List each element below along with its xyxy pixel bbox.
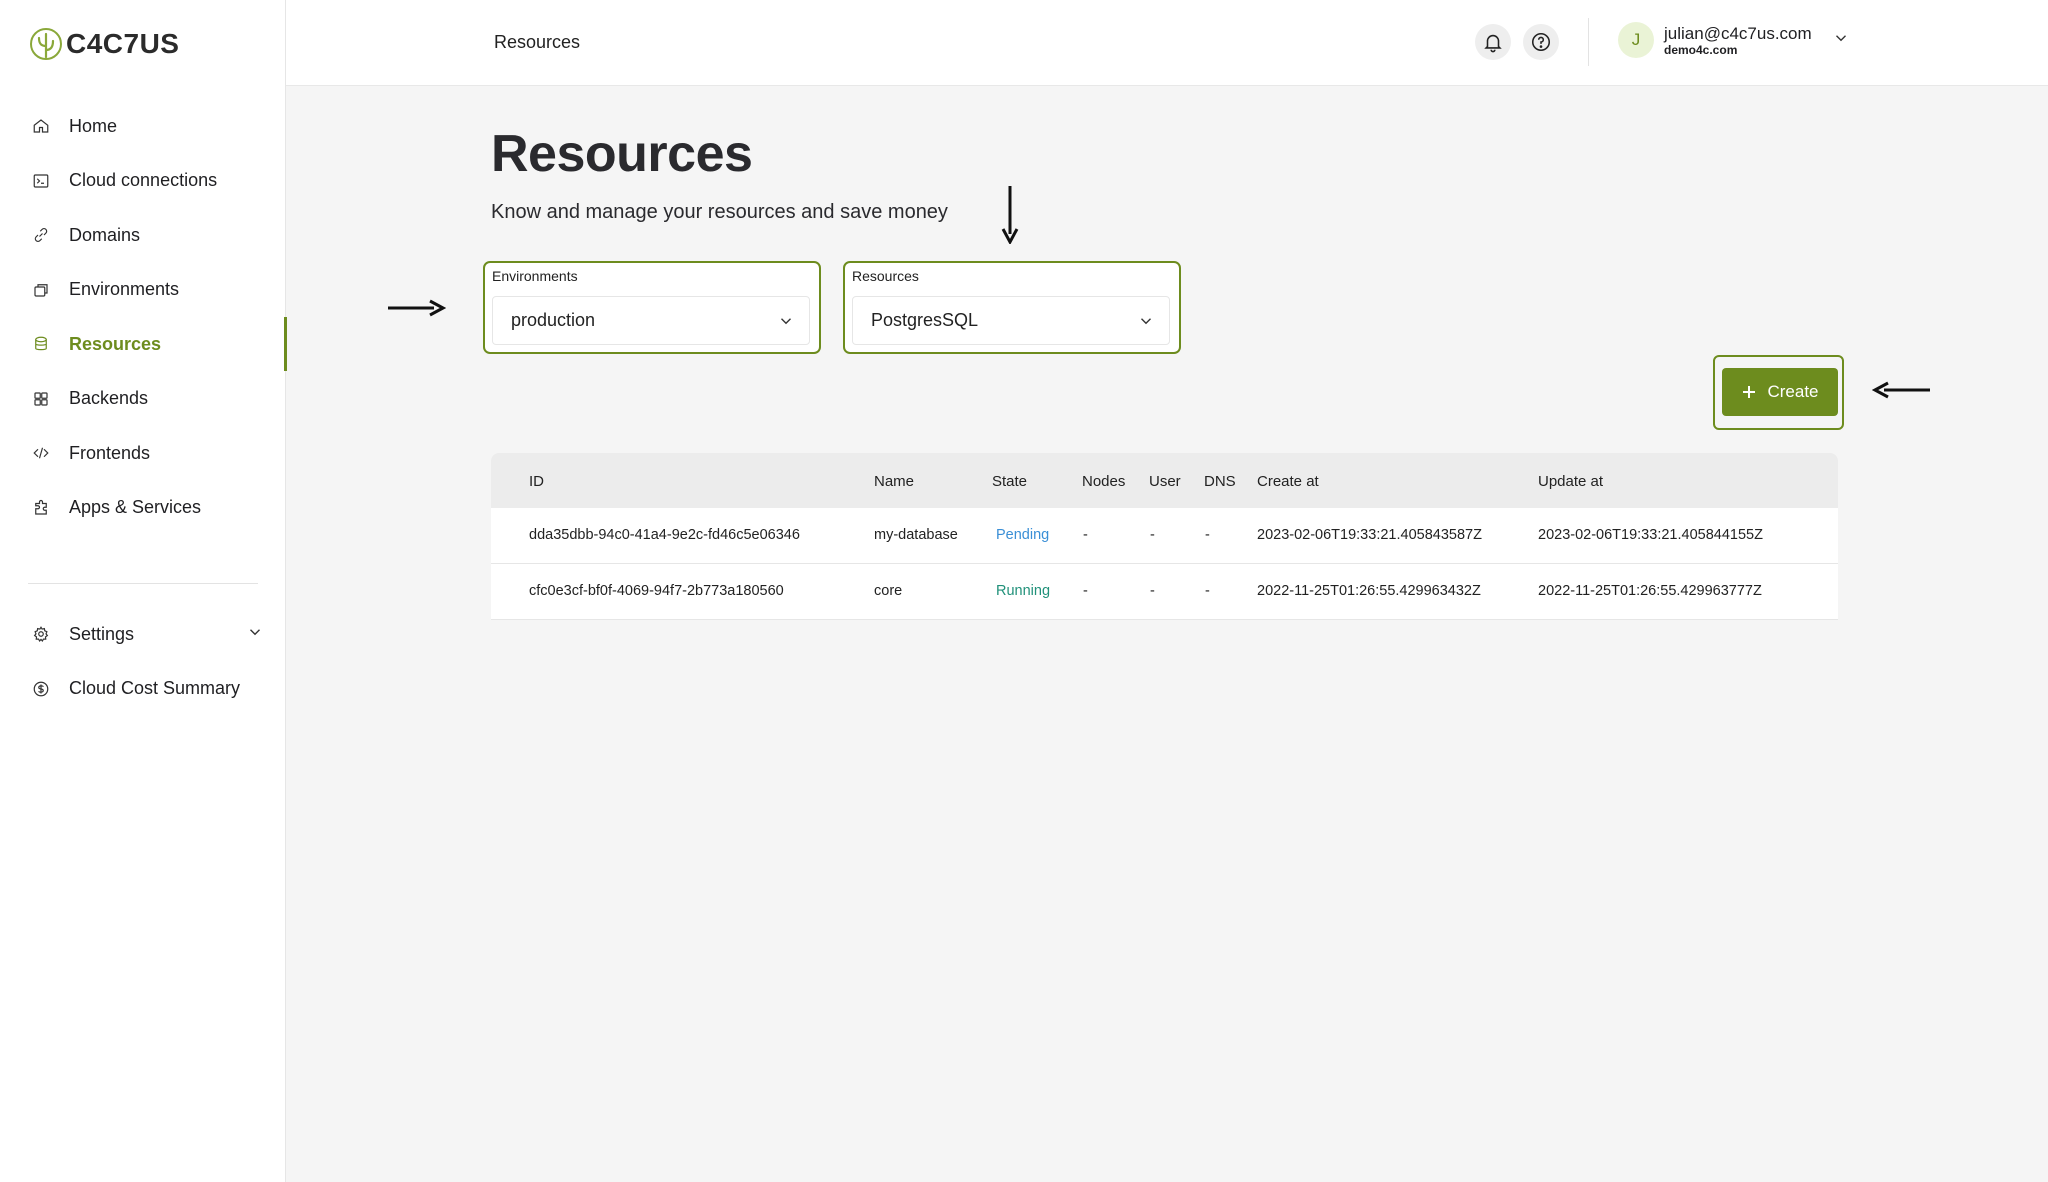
sidebar-item-label: Backends: [69, 388, 149, 409]
chevron-down-icon: [1137, 312, 1155, 335]
column-header-nodes: Nodes: [1082, 473, 1126, 490]
cell-updated: 2022-11-25T01:26:55.429963777Z: [1538, 583, 1762, 599]
cell-nodes: -: [1083, 583, 1088, 599]
cell-dns: -: [1205, 583, 1210, 599]
code-icon: [32, 444, 50, 462]
puzzle-icon: [32, 499, 50, 517]
user-info: julian@c4c7us.com demo4c.com: [1664, 24, 1812, 57]
help-button[interactable]: [1523, 24, 1559, 60]
bell-icon: [1484, 34, 1502, 53]
sidebar-item-home[interactable]: Home: [0, 99, 286, 154]
chevron-down-icon[interactable]: [1832, 29, 1850, 52]
table-header: ID Name State Nodes User DNS Create at U…: [491, 453, 1838, 508]
cell-name: core: [874, 583, 903, 599]
table-row[interactable]: cfc0e3cf-bf0f-4069-94f7-2b773a180560 cor…: [491, 564, 1838, 620]
cell-user: -: [1150, 527, 1155, 543]
cell-user: -: [1150, 583, 1155, 599]
cell-created: 2023-02-06T19:33:21.405843587Z: [1257, 527, 1482, 543]
environments-icon: [32, 281, 50, 299]
sidebar-item-cloud-connections[interactable]: Cloud connections: [0, 154, 286, 209]
arrow-left-icon: [1871, 379, 1932, 406]
dollar-icon: [32, 680, 50, 698]
logo-text: C4C7US: [66, 28, 180, 59]
cell-dns: -: [1205, 527, 1210, 543]
cell-id: cfc0e3cf-bf0f-4069-94f7-2b773a180560: [529, 583, 784, 599]
sidebar-item-backends[interactable]: Backends: [0, 372, 286, 427]
chevron-down-icon[interactable]: [246, 623, 264, 646]
resource-value: PostgresSQL: [871, 310, 979, 330]
user-org: demo4c.com: [1664, 42, 1738, 57]
chevron-down-icon: [777, 312, 795, 335]
sidebar-item-label: Home: [69, 115, 118, 136]
breadcrumb: Resources: [494, 32, 581, 52]
sidebar-item-domains[interactable]: Domains: [0, 208, 286, 263]
sidebar-item-label: Settings: [69, 623, 135, 644]
resource-select[interactable]: PostgresSQL: [852, 296, 1170, 345]
grid-icon: [32, 390, 50, 408]
top-bar: Resources J julian@c4c7us.com demo4c.com: [286, 0, 2048, 86]
column-header-dns: DNS: [1204, 473, 1236, 490]
environment-value: production: [511, 310, 596, 330]
sidebar-item-label: Cloud connections: [69, 170, 218, 191]
cell-created: 2022-11-25T01:26:55.429963432Z: [1257, 583, 1481, 599]
create-button[interactable]: Create: [1722, 368, 1838, 416]
home-icon: [32, 117, 50, 135]
sidebar-nav: Home Cloud connections Domains Environme…: [0, 99, 287, 536]
avatar: J: [1618, 22, 1654, 58]
column-header-id: ID: [529, 473, 544, 490]
environment-label: Environments: [492, 268, 578, 284]
header-divider: [1588, 18, 1589, 66]
create-button-label: Create: [1767, 382, 1819, 401]
sidebar-item-label: Domains: [69, 224, 141, 245]
cell-updated: 2023-02-06T19:33:21.405844155Z: [1538, 527, 1763, 543]
cell-nodes: -: [1083, 527, 1088, 543]
cell-name: my-database: [874, 527, 958, 543]
sidebar-item-label: Resources: [69, 333, 162, 354]
status-badge: Running: [996, 583, 1051, 599]
sidebar-item-frontends[interactable]: Frontends: [0, 426, 286, 481]
sidebar-divider: [28, 583, 258, 584]
sidebar-item-label: Environments: [69, 279, 180, 300]
sidebar-item-label: Cloud Cost Summary: [69, 678, 241, 699]
sidebar-item-apps-services[interactable]: Apps & Services: [0, 481, 286, 536]
sidebar-item-label: Frontends: [69, 442, 151, 463]
cell-id: dda35dbb-94c0-41a4-9e2c-fd46c5e06346: [529, 527, 800, 543]
resources-table: ID Name State Nodes User DNS Create at U…: [491, 453, 1838, 620]
database-icon: [32, 335, 50, 353]
page-title: Resources: [491, 125, 753, 183]
app-logo[interactable]: C4C7US: [28, 26, 179, 62]
status-badge: Pending: [996, 527, 1050, 543]
column-header-user: User: [1149, 473, 1181, 490]
resource-filter: Resources PostgresSQL: [843, 261, 1181, 354]
environment-filter: Environments production: [483, 261, 821, 354]
sidebar-bottom-nav: Settings Cloud Cost Summary: [0, 607, 286, 716]
user-menu[interactable]: J julian@c4c7us.com demo4c.com: [1618, 22, 1850, 58]
arrow-right-icon: [386, 297, 447, 324]
terminal-icon: [32, 172, 50, 190]
sidebar-item-resources[interactable]: Resources: [0, 317, 287, 372]
link-icon: [32, 226, 50, 244]
notifications-button[interactable]: [1475, 24, 1511, 60]
sidebar-item-cloud-cost-summary[interactable]: Cloud Cost Summary: [0, 662, 286, 717]
arrow-down-icon: [998, 184, 1022, 249]
column-header-name: Name: [874, 473, 915, 490]
cactus-logo-icon: [30, 28, 62, 60]
resource-label: Resources: [852, 268, 919, 284]
sidebar-item-environments[interactable]: Environments: [0, 263, 286, 318]
user-email: julian@c4c7us.com: [1664, 23, 1812, 43]
gear-icon: [32, 625, 50, 643]
page-subtitle: Know and manage your resources and save …: [491, 201, 948, 223]
column-header-create-at: Create at: [1257, 473, 1319, 490]
column-header-update-at: Update at: [1538, 473, 1604, 490]
sidebar: C4C7US Home Cloud connections Domains En…: [0, 0, 287, 1182]
plus-icon: [1743, 386, 1756, 398]
sidebar-item-label: Apps & Services: [69, 497, 202, 518]
column-header-state: State: [992, 473, 1028, 490]
help-icon: [1531, 32, 1551, 52]
table-row[interactable]: dda35dbb-94c0-41a4-9e2c-fd46c5e06346 my-…: [491, 508, 1838, 564]
sidebar-item-settings[interactable]: Settings: [0, 607, 286, 662]
environment-select[interactable]: production: [492, 296, 810, 345]
